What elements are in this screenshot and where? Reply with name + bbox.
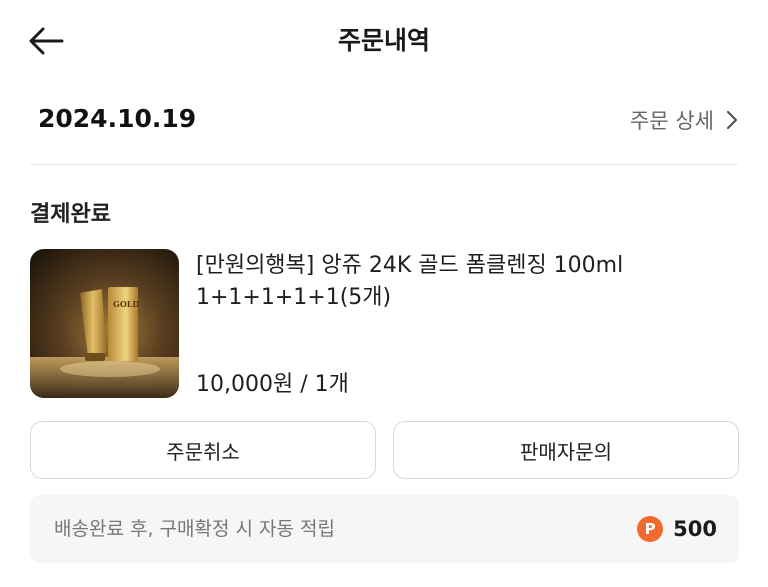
cancel-order-button[interactable]: 주문취소 <box>30 421 376 479</box>
points-amount: 500 <box>673 517 717 541</box>
seller-inquiry-button[interactable]: 판매자문의 <box>393 421 739 479</box>
product-image-brand: GOLD <box>113 299 139 309</box>
order-status: 결제완료 <box>30 202 111 227</box>
order-date: 2024.10.19 <box>38 104 197 133</box>
page-title: 주문내역 <box>337 26 430 55</box>
product-price: 10,000원 / 1개 <box>196 372 349 397</box>
product-thumbnail[interactable]: GOLD <box>30 249 179 398</box>
header: 주문내역 <box>0 0 768 82</box>
back-button[interactable] <box>28 20 76 62</box>
order-date-row: 2024.10.19 주문 상세 <box>30 96 738 152</box>
order-detail-label: 주문 상세 <box>630 109 714 133</box>
order-detail-link[interactable]: 주문 상세 <box>630 102 738 138</box>
points-note: 배송완료 후, 구매확정 시 자동 적립 <box>54 518 335 540</box>
divider <box>30 164 738 165</box>
arrow-left-icon <box>29 27 64 55</box>
product-image: GOLD <box>30 249 179 398</box>
chevron-right-icon <box>726 110 738 130</box>
order-history-page: 주문내역 2024.10.19 주문 상세 결제완료 GOLD [만원의행복] … <box>0 0 768 587</box>
points-value: P 500 <box>637 495 717 563</box>
product-name[interactable]: [만원의행복] 앙쥬 24K 골드 폼클렌징 100ml 1+1+1+1+1(5… <box>196 250 741 314</box>
point-badge-icon: P <box>637 516 664 542</box>
points-info-bar: 배송완료 후, 구매확정 시 자동 적립 P 500 <box>30 495 739 563</box>
